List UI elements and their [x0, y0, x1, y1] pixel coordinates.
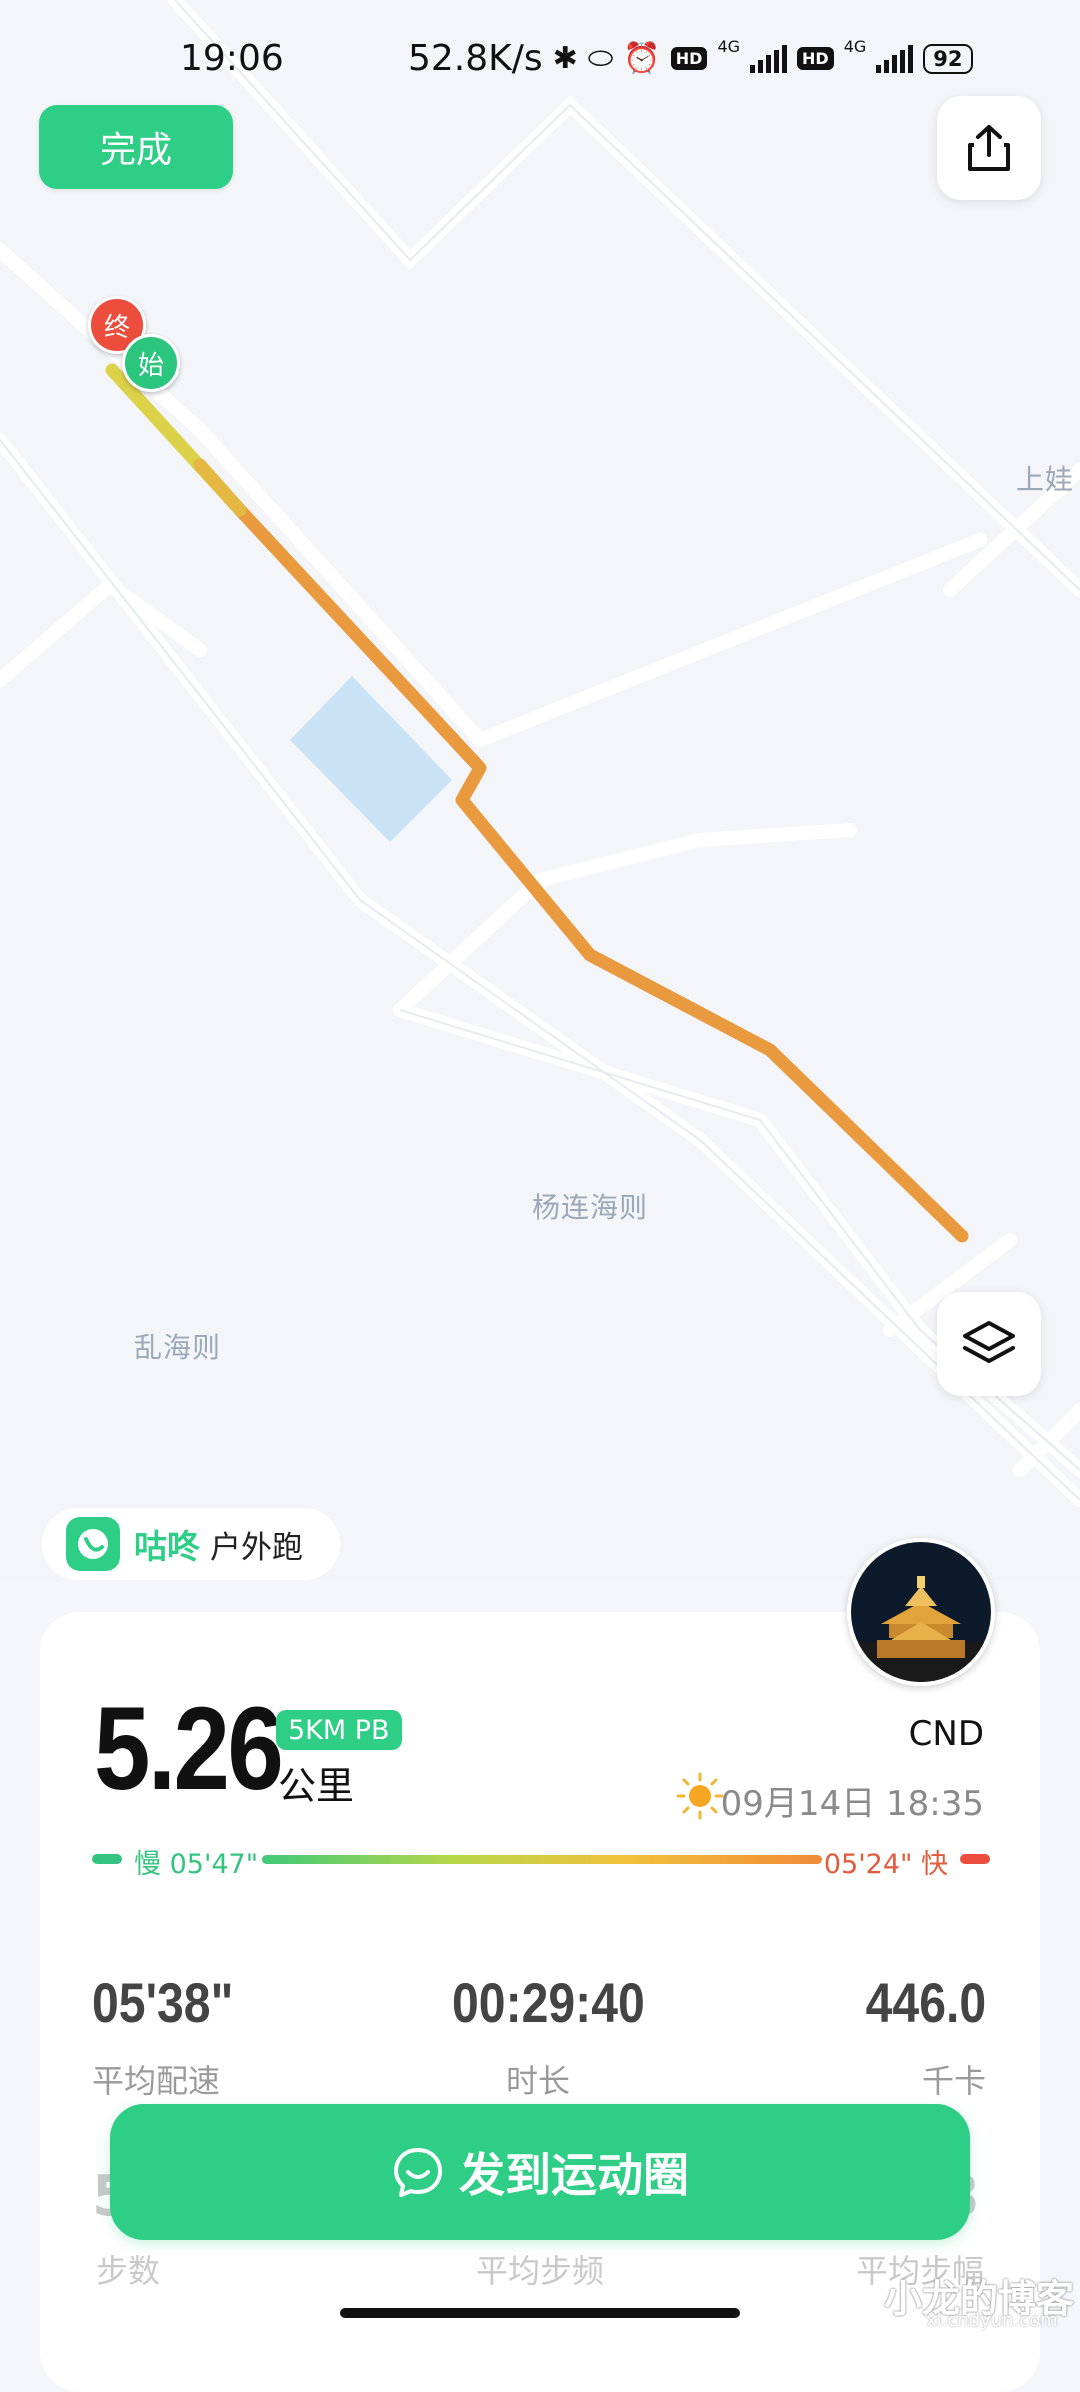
pace-gradient: [262, 1855, 822, 1864]
pace-slowest: 慢 05'47": [134, 1849, 259, 1880]
signal-icon-2: [876, 44, 914, 73]
pb-badge: 5KM PB: [276, 1710, 402, 1750]
app-brand-chip: 咕咚 户外跑: [42, 1508, 340, 1580]
duration-label: 时长: [506, 2062, 571, 2100]
network-speed: 52.8K/s: [408, 38, 543, 79]
calories-value: 446.0: [865, 1971, 986, 2034]
map-label-luanhaize: 乱海则: [134, 1331, 222, 1364]
network-type-1: 4G: [717, 37, 741, 56]
status-bar: 19:06 52.8K/s ✱ ⬭ ⏰ HD 4G HD 4G 92: [0, 37, 1080, 88]
watermark-url: xl.cndyun.com: [926, 2310, 1058, 2331]
status-time: 19:06: [180, 38, 284, 79]
map-label-shangwa: 上娃: [1016, 463, 1075, 496]
done-button[interactable]: 完成: [39, 105, 233, 189]
alarm-icon: ⏰: [623, 41, 661, 76]
brand-name: 咕咚: [134, 1527, 200, 1566]
capsule-icon: ⬭: [587, 41, 614, 76]
cta-label: 发到运动圈: [459, 2148, 689, 2202]
codoon-logo-icon: [66, 1517, 120, 1571]
pace-range-bar: 慢 05'47" 05'24" 快: [92, 1846, 990, 1880]
distance-unit: 公里: [278, 1764, 355, 1808]
home-indicator[interactable]: [340, 2308, 740, 2318]
bluetooth-icon: ✱: [552, 41, 578, 76]
sun-icon: [676, 1772, 724, 1820]
activity-datetime: 09月14日 18:35: [720, 1784, 984, 1824]
network-type-2: 4G: [843, 37, 867, 56]
layers-icon: [963, 1321, 1015, 1363]
hd-badge-1: HD: [670, 47, 708, 70]
hd-badge-2: HD: [797, 47, 834, 70]
layers-button[interactable]: [937, 1292, 1041, 1396]
duration-value: 00:29:40: [452, 1971, 645, 2034]
pace-fastest: 05'24" 快: [823, 1849, 948, 1880]
battery-icon: 92: [923, 43, 973, 74]
slow-pace-marker: [92, 1854, 122, 1864]
calories-label: 千卡: [921, 2062, 986, 2100]
start-pin: 始: [122, 334, 180, 392]
share-button[interactable]: [937, 96, 1041, 200]
avatar[interactable]: [847, 1538, 995, 1686]
cadence-label: 平均步频: [476, 2252, 605, 2290]
distance-value: 5.26: [94, 1683, 284, 1815]
share-to-sports-circle-button[interactable]: 发到运动圈: [110, 2104, 970, 2240]
signal-icon-1: [750, 44, 788, 73]
fast-pace-marker: [960, 1854, 990, 1864]
map-label-yanglianhaize: 杨连海则: [532, 1191, 649, 1224]
avg-pace-value: 05'38": [92, 1971, 234, 2034]
status-icons: 52.8K/s ✱ ⬭ ⏰ HD 4G HD 4G 92: [408, 37, 973, 79]
steps-label: 步数: [96, 2252, 161, 2290]
chat-bubble-icon: [394, 2148, 442, 2197]
share-icon: [968, 125, 1010, 171]
user-name: CND: [908, 1714, 984, 1754]
avg-pace-label: 平均配速: [92, 2062, 221, 2100]
activity-type: 户外跑: [210, 1529, 303, 1566]
